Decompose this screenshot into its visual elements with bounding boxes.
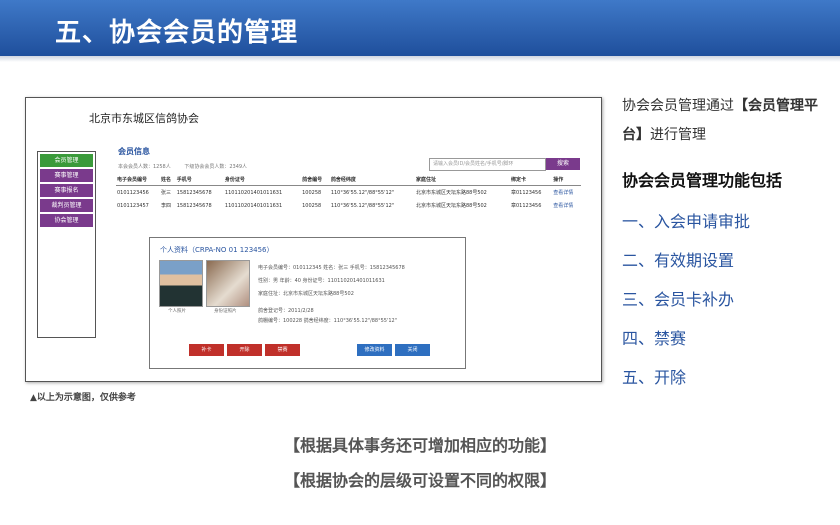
- cert-caption: 身份证照片: [214, 309, 237, 314]
- sidebar-item-race-signup[interactable]: 赛事报名: [40, 184, 93, 197]
- member-counts: 本会会员人数：1258人 下级协会会员人数：2349人: [118, 163, 259, 170]
- expel-button[interactable]: 开除: [227, 344, 262, 356]
- table-header: 电子会员编号 姓名 手机号 身份证号 鸽舍编号 鸽舍经纬度 家庭住址 绑定卡 操…: [116, 174, 581, 186]
- info-line: 家庭住址：北京市东城区天坛东路88号502: [258, 291, 354, 297]
- close-button[interactable]: 关闭: [395, 344, 430, 356]
- cell: 0101123456: [117, 189, 149, 196]
- feature-item: 一、入会申请审批: [622, 212, 751, 231]
- slide-title: 五、协会会员的管理: [55, 18, 299, 48]
- cell: 110°36'55.12"/88°55'12": [330, 202, 395, 209]
- banner-shadow: [0, 56, 840, 62]
- table-row: 0101123457 李四 15812345678 11011020140101…: [116, 199, 581, 212]
- member-photo: [159, 260, 203, 307]
- sidebar-item-referees[interactable]: 裁判员管理: [40, 199, 93, 212]
- cell: 章01123456: [510, 203, 542, 209]
- cell: 110110201401011631: [224, 189, 283, 196]
- feature-item: 二、有效期设置: [622, 251, 735, 270]
- intro-text: 协会会员管理通过【会员管理平台】进行管理: [622, 92, 822, 150]
- cell: 15812345678: [176, 189, 212, 196]
- col-header: 手机号: [175, 174, 224, 186]
- id-card-photo: [206, 260, 250, 307]
- col-header: 鸽舍编号: [301, 174, 330, 186]
- view-details-link[interactable]: 查看详情: [552, 186, 581, 200]
- reissue-card-button[interactable]: 补卡: [189, 344, 224, 356]
- info-line: 鸽棚编号：100228 鸽舍经纬度：110°36'55.12"/88°55'12…: [258, 318, 398, 324]
- ban-button[interactable]: 禁赛: [265, 344, 300, 356]
- col-header: 绑定卡: [509, 174, 553, 186]
- org-name: 北京市东城区信鸽协会: [89, 112, 199, 125]
- cell: 100258: [302, 202, 322, 209]
- col-header: 电子会员编号: [116, 174, 161, 186]
- col-header: 鸽舍经纬度: [329, 174, 415, 186]
- photo-caption: 个人照片: [168, 309, 186, 314]
- sub-count: 下级协会会员人数：2349人: [184, 164, 248, 170]
- cell: 110°36'55.12"/88°55'12": [330, 189, 395, 196]
- member-detail-popup: 个人资料（CRPA-NO 01 123456） 个人照片 身份证照片 电子会员编…: [149, 237, 466, 369]
- feature-item: 三、会员卡补办: [622, 290, 735, 309]
- info-line: 性别：男 年龄：40 身份证号：110110201401011631: [258, 278, 385, 284]
- intro-prefix: 协会会员管理通过: [622, 98, 734, 114]
- footer-line: 【根据协会的层级可设置不同的权限】: [283, 471, 556, 490]
- platform-mockup: 北京市东城区信鸽协会 会员管理 赛事管理 赛事报名 裁判员管理 协会管理 会员信…: [25, 97, 602, 382]
- col-header: 家庭住址: [414, 174, 510, 186]
- cell: 110110201401011631: [224, 202, 283, 209]
- cell: 李四: [161, 203, 172, 209]
- popup-title: 个人资料（CRPA-NO 01 123456）: [160, 246, 274, 254]
- sidebar-item-association[interactable]: 协会管理: [40, 214, 93, 227]
- sidebar: 会员管理 赛事管理 赛事报名 裁判员管理 协会管理: [37, 151, 96, 338]
- title-banner: 五、协会会员的管理: [0, 0, 840, 56]
- info-line: 电子会员编号：010112345 姓名：张三 手机号：15812345678: [258, 265, 405, 271]
- intro-suffix: 进行管理: [650, 127, 706, 143]
- member-table: 电子会员编号 姓名 手机号 身份证号 鸽舍编号 鸽舍经纬度 家庭住址 绑定卡 操…: [116, 174, 581, 212]
- view-details-link[interactable]: 查看详情: [552, 199, 581, 212]
- col-header: 姓名: [160, 174, 176, 186]
- edit-profile-button[interactable]: 修改资料: [357, 344, 392, 356]
- cell: 0101123457: [117, 202, 149, 209]
- footer-line: 【根据具体事务还可增加相应的功能】: [283, 436, 556, 455]
- cell: 北京市东城区天坛东路88号502: [415, 190, 487, 196]
- info-line: 鸽舍登记号：2011/2/28: [258, 308, 314, 314]
- search-input[interactable]: 请输入会员ID/会员姓名/手机号/脚环: [429, 158, 546, 171]
- sidebar-item-races[interactable]: 赛事管理: [40, 169, 93, 182]
- disclaimer-note: ▲以上为示意图，仅供参考: [30, 393, 136, 403]
- table-row: 0101123456 张三 15812345678 11011020140101…: [116, 186, 581, 200]
- local-count: 本会会员人数：1258人: [118, 164, 171, 170]
- cell: 章01123456: [510, 190, 542, 196]
- feature-item: 四、禁赛: [622, 329, 687, 348]
- col-header: 身份证号: [223, 174, 302, 186]
- search-button[interactable]: 搜索: [546, 158, 580, 170]
- feature-item: 五、开除: [622, 368, 687, 387]
- col-header: 操作: [552, 174, 581, 186]
- sidebar-item-members[interactable]: 会员管理: [40, 154, 93, 167]
- cell: 张三: [161, 190, 172, 196]
- cell: 北京市东城区天坛东路88号502: [415, 203, 487, 209]
- cell: 100258: [302, 189, 322, 196]
- section-title: 会员信息: [118, 147, 150, 156]
- features-heading: 协会会员管理功能包括: [622, 171, 783, 190]
- cell: 15812345678: [176, 202, 212, 209]
